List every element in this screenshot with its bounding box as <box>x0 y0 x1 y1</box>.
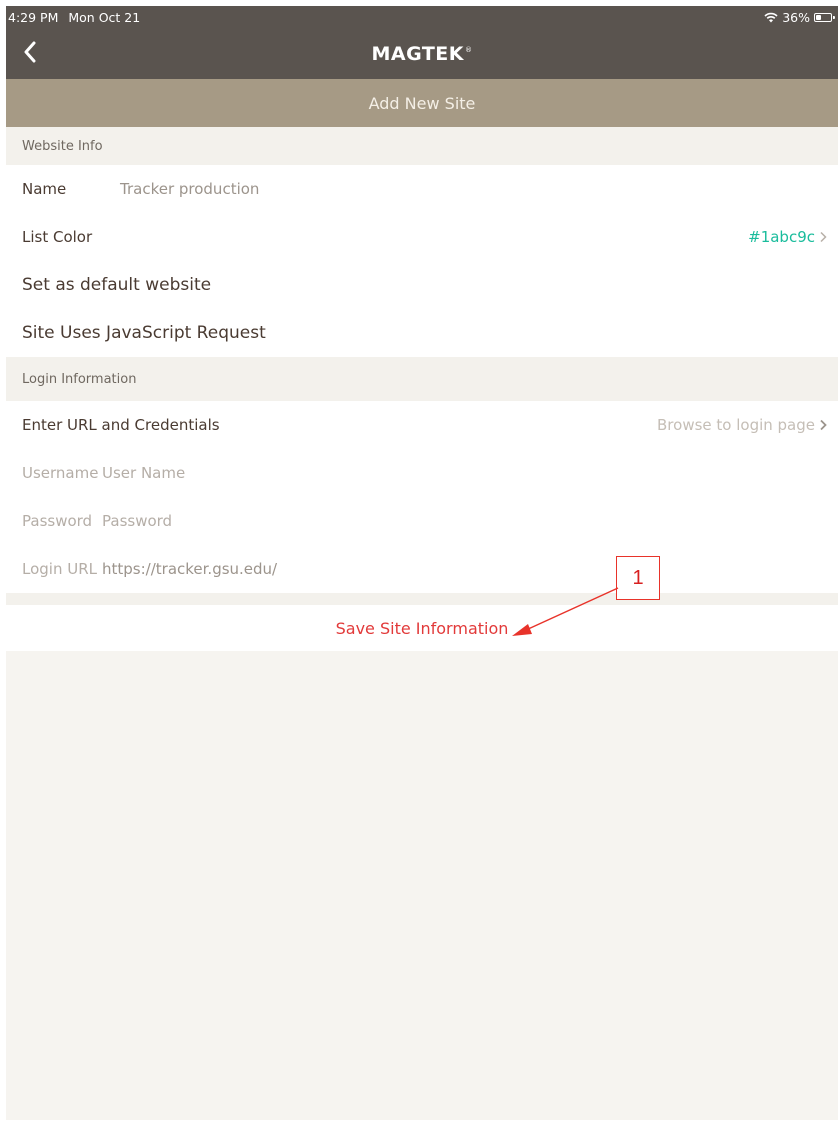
name-row[interactable]: Name Tracker production <box>6 165 838 213</box>
list-color-row[interactable]: List Color #1abc9c <box>6 213 838 261</box>
login-url-label: Login URL <box>22 560 97 578</box>
name-input[interactable]: Tracker production <box>120 180 259 198</box>
javascript-request-row[interactable]: Site Uses JavaScript Request <box>6 309 838 357</box>
login-url-row[interactable]: Login URL https://tracker.gsu.edu/ <box>6 545 838 593</box>
back-button[interactable] <box>16 38 44 66</box>
username-label: Username <box>22 464 99 482</box>
enter-credentials-row[interactable]: Enter URL and Credentials Browse to logi… <box>6 401 838 449</box>
browse-login-label: Browse to login page <box>657 416 815 434</box>
battery-percent: 36% <box>782 9 810 25</box>
section-spacer <box>6 593 838 605</box>
enter-credentials-label: Enter URL and Credentials <box>22 416 220 434</box>
chevron-right-icon <box>820 419 827 431</box>
login-url-input[interactable]: https://tracker.gsu.edu/ <box>102 560 277 578</box>
username-row[interactable]: Username User Name <box>6 449 838 497</box>
status-time: 4:29 PM <box>8 9 59 25</box>
list-color-label: List Color <box>22 228 93 246</box>
battery-icon <box>814 12 835 22</box>
password-label: Password <box>22 512 93 530</box>
javascript-request-label: Site Uses JavaScript Request <box>22 323 266 343</box>
magtek-logo: MAGTEK® <box>371 43 472 65</box>
list-color-selector[interactable]: #1abc9c <box>748 228 828 246</box>
status-left: 4:29 PM Mon Oct 21 <box>8 10 140 25</box>
default-website-row[interactable]: Set as default website <box>6 261 838 309</box>
wifi-icon <box>764 12 778 22</box>
status-bar: 4:29 PM Mon Oct 21 36% <box>6 6 838 28</box>
page-title: Add New Site <box>6 79 838 127</box>
trademark-mark: ® <box>465 46 473 55</box>
section-header-login-info: Login Information <box>6 357 838 401</box>
battery-fill <box>816 14 821 20</box>
default-website-label: Set as default website <box>22 275 212 295</box>
status-date: Mon Oct 21 <box>68 9 141 25</box>
username-input[interactable]: User Name <box>102 464 185 482</box>
chevron-left-icon <box>24 41 36 63</box>
logo-text: MAGTEK <box>371 42 465 65</box>
chevron-right-icon <box>820 231 827 243</box>
nav-bar: MAGTEK® <box>6 28 838 79</box>
name-label: Name <box>22 180 67 198</box>
section-header-website-info: Website Info <box>6 127 838 165</box>
list-color-value: #1abc9c <box>748 228 815 246</box>
callout-box: 1 <box>616 556 660 600</box>
app-screen: 4:29 PM Mon Oct 21 36% MAGTEK® Add New S… <box>6 6 838 1120</box>
password-input[interactable]: Password <box>102 512 172 530</box>
status-right: 36% <box>764 9 835 25</box>
browse-login-link[interactable]: Browse to login page <box>657 416 828 434</box>
password-row[interactable]: Password Password <box>6 497 838 545</box>
save-site-button[interactable]: Save Site Information <box>6 605 838 651</box>
